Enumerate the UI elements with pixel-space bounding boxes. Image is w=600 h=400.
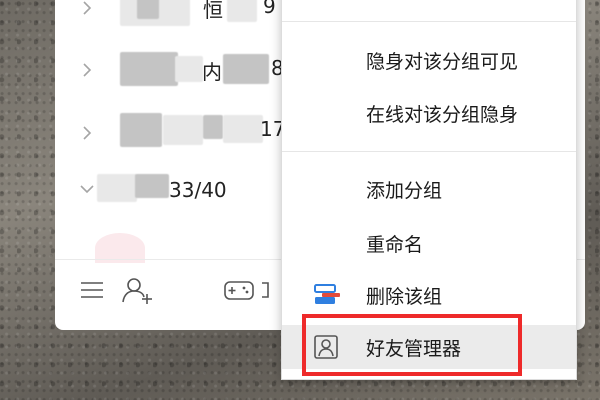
menu-item-hide-online-from-group[interactable]: 在线对该分组隐身 — [282, 91, 576, 135]
menu-item-label: 隐身对该分组可见 — [366, 51, 519, 73]
blurred-name — [163, 115, 203, 145]
menu-item-invisible-to-group[interactable]: 隐身对该分组可见 — [282, 38, 576, 82]
group-count-fragment: 9 — [263, 0, 276, 18]
menu-divider — [282, 21, 576, 22]
chevron-down-icon[interactable] — [78, 180, 96, 198]
menu-divider — [282, 151, 576, 152]
menu-item-add-group[interactable]: 添加分组 — [282, 167, 576, 211]
group-row[interactable]: 17/31 — [75, 113, 318, 155]
blurred-name — [203, 115, 223, 139]
blurred-name — [223, 54, 269, 84]
group-row[interactable]: 恒 9 — [75, 0, 305, 30]
blurred-name — [120, 113, 162, 147]
delete-group-icon — [312, 281, 340, 309]
group-row[interactable]: 33/40 — [75, 174, 305, 216]
game-icon[interactable] — [222, 275, 254, 305]
chevron-right-icon[interactable] — [78, 61, 96, 79]
blurred-name — [137, 0, 159, 19]
highlight-annotation-box — [302, 314, 522, 376]
menu-item-label: 在线对该分组隐身 — [366, 104, 519, 126]
group-count-fragment: 33/40 — [169, 178, 227, 202]
blurred-name — [97, 174, 137, 202]
chevron-right-icon[interactable] — [78, 0, 96, 17]
menu-item-label: 重命名 — [366, 234, 424, 256]
blurred-name — [227, 0, 257, 22]
add-friend-icon[interactable] — [121, 275, 152, 305]
menu-item-delete-group[interactable]: 删除该组 — [282, 273, 576, 317]
menu-icon[interactable] — [77, 275, 107, 305]
menu-item-label: 删除该组 — [366, 286, 443, 308]
blurred-name — [120, 52, 178, 86]
menu-item-label: 添加分组 — [366, 180, 443, 202]
menu-item-rename[interactable]: 重命名 — [282, 221, 576, 265]
chevron-right-icon[interactable] — [78, 124, 96, 142]
blurred-name — [175, 56, 203, 82]
group-row[interactable]: 内 87 — [75, 52, 305, 92]
group-name-fragment: 内 — [202, 60, 222, 84]
group-name-fragment: 恒 — [203, 0, 223, 22]
blurred-name — [135, 174, 169, 198]
blurred-name — [223, 115, 263, 143]
